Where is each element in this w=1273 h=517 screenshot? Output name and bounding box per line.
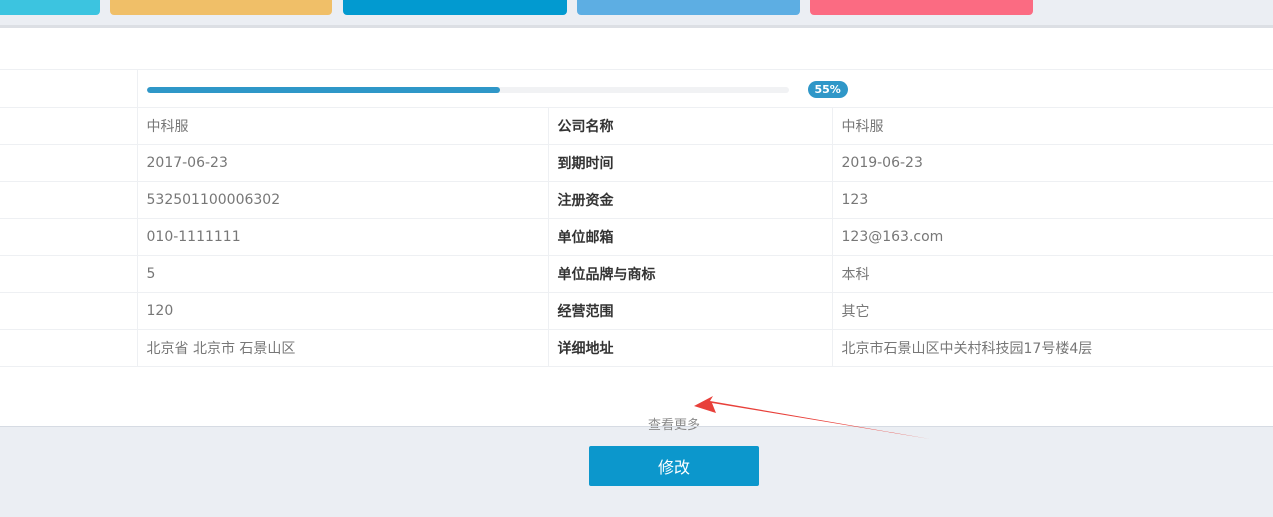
tab-orange[interactable] [110, 0, 332, 15]
tab-cyan[interactable] [0, 0, 100, 15]
right-value: 中科服 [831, 107, 1273, 145]
table-row: 2017-06-23 到期时间 2019-06-23 [0, 144, 1273, 182]
table-row: 北京省 北京市 石景山区 详细地址 北京市石景山区中关村科技园17号楼4层 [0, 329, 1273, 367]
table-cell-empty [0, 181, 137, 219]
right-label: 单位品牌与商标 [547, 255, 832, 293]
right-value: 本科 [831, 255, 1273, 293]
left-value: 中科服 [136, 107, 548, 145]
right-value: 123 [831, 181, 1273, 219]
left-value: 5 [136, 255, 548, 293]
tab-lightblue[interactable] [577, 0, 800, 15]
card-divider [0, 426, 1273, 427]
table-cell-empty [0, 255, 137, 293]
table-row: 010-1111111 单位邮箱 123@163.com [0, 218, 1273, 256]
right-label: 单位邮箱 [547, 218, 832, 256]
right-label: 公司名称 [547, 107, 832, 145]
right-value: 其它 [831, 292, 1273, 330]
right-label: 注册资金 [547, 181, 832, 219]
table-cell-empty [0, 218, 137, 256]
progress-cell: 55% [136, 69, 1273, 108]
right-value: 123@163.com [831, 218, 1273, 256]
table-cell-empty [0, 144, 137, 182]
profile-progress: 55% [146, 71, 1273, 108]
progress-row: 55% [0, 69, 1273, 108]
left-value: 532501100006302 [136, 181, 548, 219]
tab-blue[interactable] [343, 0, 567, 15]
left-value: 010-1111111 [136, 218, 548, 256]
right-value: 北京市石景山区中关村科技园17号楼4层 [831, 329, 1273, 367]
progress-fill [146, 87, 500, 93]
table-cell-empty [0, 329, 137, 367]
right-label: 到期时间 [547, 144, 832, 182]
table-cell-empty [0, 292, 137, 330]
left-value: 120 [136, 292, 548, 330]
table-row: 中科服 公司名称 中科服 [0, 107, 1273, 145]
right-label: 详细地址 [547, 329, 832, 367]
edit-button[interactable]: 修改 [589, 446, 759, 486]
right-value: 2019-06-23 [831, 144, 1273, 182]
table-row: 120 经营范围 其它 [0, 292, 1273, 330]
company-info-card: 55% 中科服 公司名称 中科服 2017-06-23 到期时间 2019-06… [0, 28, 1273, 433]
right-label: 经营范围 [547, 292, 832, 330]
left-value: 2017-06-23 [136, 144, 548, 182]
tab-pink[interactable] [810, 0, 1033, 15]
progress-track [146, 87, 789, 93]
top-tab-strip [0, 0, 1273, 26]
view-more-link-wrap: 查看更多 [0, 414, 1273, 433]
company-info-table: 55% 中科服 公司名称 中科服 2017-06-23 到期时间 2019-06… [0, 69, 1273, 367]
left-value: 北京省 北京市 石景山区 [136, 329, 548, 367]
table-cell-empty [0, 69, 137, 108]
table-row: 5 单位品牌与商标 本科 [0, 255, 1273, 293]
progress-percent-badge: 55% [807, 81, 848, 98]
table-row: 532501100006302 注册资金 123 [0, 181, 1273, 219]
table-cell-empty [0, 107, 137, 145]
